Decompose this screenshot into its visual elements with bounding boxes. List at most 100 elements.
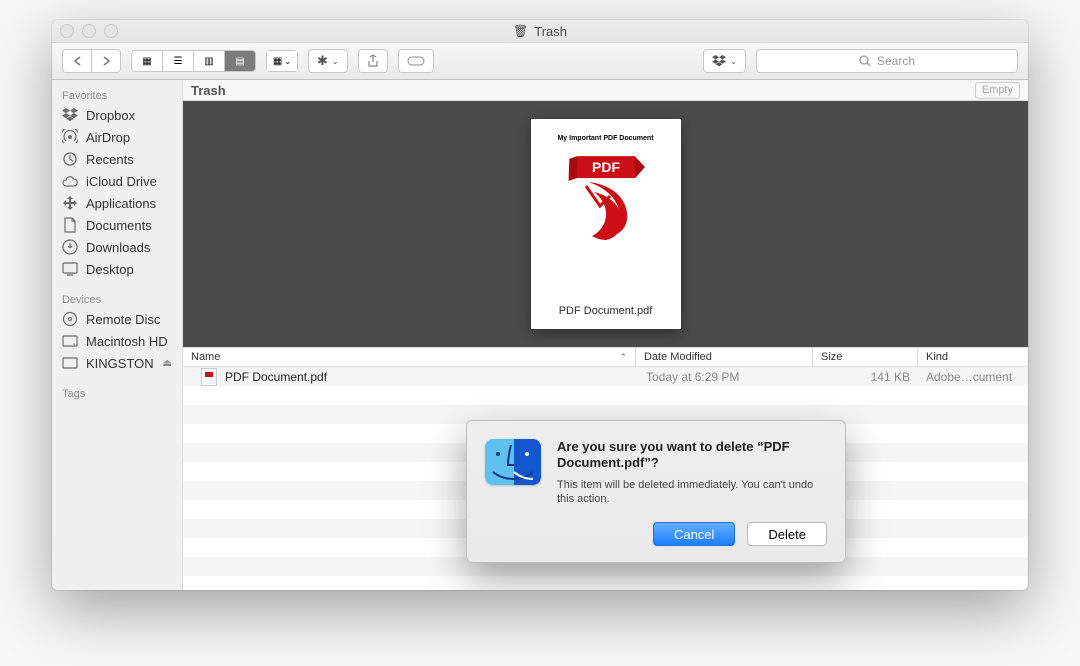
dialog-title: Are you sure you want to delete “PDF Doc… — [557, 439, 827, 472]
preview-area: My Important PDF Document PDF PDF Docume… — [183, 101, 1028, 347]
sidebar-item-applications[interactable]: Applications — [52, 192, 182, 214]
action-menu-button[interactable]: ✱⌄ — [308, 49, 348, 73]
hdd-icon — [62, 333, 78, 349]
delete-button[interactable]: Delete — [747, 522, 827, 546]
clock-icon — [62, 151, 78, 167]
toolbar: ▦ ☰ ▥ ▤ ▦⌄ ✱⌄ ⌄ Search — [52, 43, 1028, 80]
arrange-segment: ▦⌄ — [266, 50, 298, 72]
sidebar-item-label: Documents — [86, 218, 152, 233]
column-header-modified[interactable]: Date Modified — [636, 348, 813, 366]
finder-icon — [485, 439, 541, 485]
columns-icon: ▥ — [204, 56, 213, 67]
chevron-down-icon: ⌄ — [730, 57, 737, 66]
sidebar-item-remote-disc[interactable]: Remote Disc — [52, 308, 182, 330]
forward-button[interactable] — [91, 49, 121, 73]
sidebar-item-icloud[interactable]: iCloud Drive — [52, 170, 182, 192]
view-coverflow-button[interactable]: ▤ — [225, 51, 255, 71]
search-icon — [859, 55, 871, 67]
view-icon-button[interactable]: ▦ — [132, 51, 163, 71]
tag-icon — [407, 56, 425, 66]
airdrop-icon — [62, 129, 78, 145]
chevron-left-icon — [73, 56, 82, 66]
sidebar-item-label: iCloud Drive — [86, 174, 157, 189]
sidebar-item-label: Downloads — [86, 240, 150, 255]
pdf-badge: PDF — [576, 156, 635, 178]
empty-trash-button[interactable]: Empty — [975, 82, 1020, 99]
trash-icon: 🗑 — [513, 24, 528, 38]
dropbox-icon — [712, 55, 726, 67]
column-headers: Name ⌃ Date Modified Size Kind — [183, 347, 1028, 367]
sidebar-section-favorites: Favorites — [52, 86, 182, 104]
sidebar-item-recents[interactable]: Recents — [52, 148, 182, 170]
sidebar-item-label: Applications — [86, 196, 156, 211]
documents-icon — [62, 217, 78, 233]
applications-icon — [62, 195, 78, 211]
sidebar-item-dropbox[interactable]: Dropbox — [52, 104, 182, 126]
nav-buttons — [62, 49, 121, 73]
list-icon: ☰ — [174, 56, 183, 67]
sidebar-item-airdrop[interactable]: AirDrop — [52, 126, 182, 148]
column-header-size[interactable]: Size — [813, 348, 918, 366]
sidebar-item-desktop[interactable]: Desktop — [52, 258, 182, 280]
tags-button[interactable] — [398, 49, 434, 73]
sidebar-item-label: Desktop — [86, 262, 134, 277]
file-name: PDF Document.pdf — [225, 370, 327, 384]
table-row[interactable]: PDF Document.pdf Today at 6:29 PM 141 KB… — [183, 367, 1028, 386]
dialog-description: This item will be deleted immediately. Y… — [557, 478, 827, 507]
file-size: 141 KB — [814, 370, 918, 384]
sidebar-item-label: Dropbox — [86, 108, 135, 123]
dropbox-toolbar-button[interactable]: ⌄ — [703, 49, 746, 73]
sidebar-item-label: KINGSTON — [86, 356, 154, 371]
preview-doc-title: My Important PDF Document — [557, 135, 653, 142]
usb-icon — [62, 355, 78, 371]
chevron-down-icon: ⌄ — [284, 57, 291, 66]
cloud-icon — [62, 173, 78, 189]
dropbox-icon — [62, 107, 78, 123]
titlebar: 🗑 Trash — [52, 20, 1028, 43]
pdf-swoosh-icon — [582, 180, 630, 240]
file-preview[interactable]: My Important PDF Document PDF PDF Docume… — [531, 119, 681, 329]
window-title: 🗑 Trash — [52, 24, 1028, 39]
arrange-icon: ▦ — [273, 56, 282, 67]
preview-caption: PDF Document.pdf — [559, 305, 653, 317]
downloads-icon — [62, 239, 78, 255]
chevron-down-icon: ⌄ — [332, 57, 339, 66]
file-modified: Today at 6:29 PM — [638, 370, 814, 384]
share-icon — [367, 54, 379, 68]
column-header-name[interactable]: Name ⌃ — [183, 348, 636, 366]
back-button[interactable] — [62, 49, 92, 73]
gear-icon: ✱ — [317, 53, 328, 69]
file-kind: Adobe…cument — [918, 370, 1028, 384]
finder-window: 🗑 Trash ▦ ☰ ▥ ▤ ▦⌄ ✱⌄ — [52, 20, 1028, 590]
location-bar: Trash Empty — [183, 80, 1028, 101]
sidebar-item-label: Macintosh HD — [86, 334, 168, 349]
arrange-button[interactable]: ▦⌄ — [267, 51, 297, 71]
view-column-button[interactable]: ▥ — [194, 51, 225, 71]
share-button[interactable] — [358, 49, 388, 73]
pdf-logo: PDF — [577, 156, 635, 240]
column-header-kind[interactable]: Kind — [918, 348, 1028, 366]
view-list-button[interactable]: ☰ — [163, 51, 194, 71]
search-field[interactable]: Search — [756, 49, 1018, 73]
sidebar-item-label: Recents — [86, 152, 134, 167]
sidebar-section-devices: Devices — [52, 290, 182, 308]
confirm-delete-dialog: Are you sure you want to delete “PDF Doc… — [466, 420, 846, 563]
eject-icon[interactable]: ⏏ — [163, 358, 172, 369]
sidebar-item-downloads[interactable]: Downloads — [52, 236, 182, 258]
view-mode-segment: ▦ ☰ ▥ ▤ — [131, 50, 256, 72]
coverflow-icon: ▤ — [235, 56, 244, 67]
cancel-button[interactable]: Cancel — [653, 522, 735, 546]
sidebar-section-tags: Tags — [52, 384, 182, 402]
location-name: Trash — [191, 83, 226, 98]
sidebar-item-documents[interactable]: Documents — [52, 214, 182, 236]
sidebar-item-label: Remote Disc — [86, 312, 160, 327]
disc-icon — [62, 311, 78, 327]
sidebar-item-kingston[interactable]: KINGSTON ⏏ — [52, 352, 182, 374]
sort-asc-icon: ⌃ — [619, 352, 627, 363]
grid-icon: ▦ — [142, 56, 151, 67]
desktop-icon — [62, 261, 78, 277]
sidebar-item-macintosh-hd[interactable]: Macintosh HD — [52, 330, 182, 352]
search-placeholder: Search — [877, 54, 915, 68]
pdf-file-icon — [201, 368, 217, 386]
chevron-right-icon — [102, 56, 111, 66]
